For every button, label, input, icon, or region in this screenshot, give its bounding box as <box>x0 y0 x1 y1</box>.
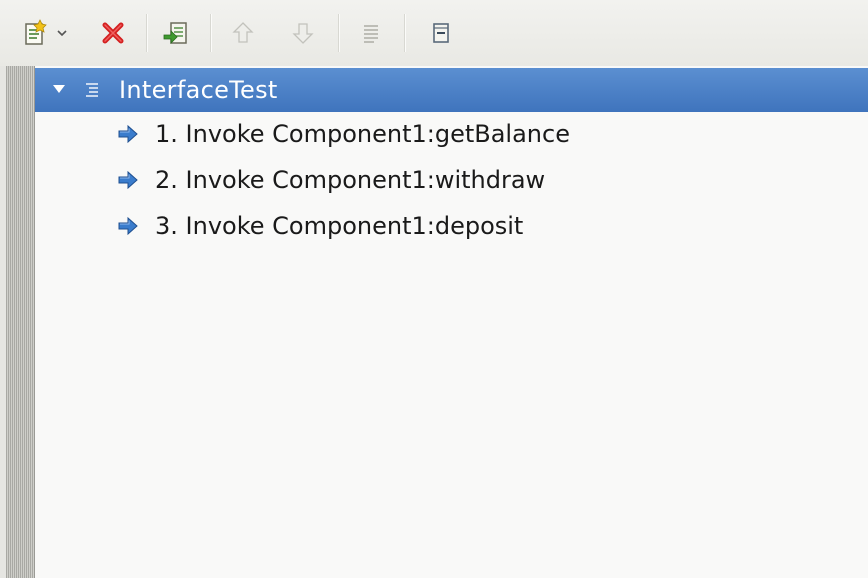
collapse-icon <box>433 23 449 43</box>
step-label: 3. Invoke Component1:deposit <box>155 212 524 240</box>
move-up-button[interactable] <box>226 18 260 48</box>
red-x-icon <box>102 22 124 44</box>
tree-step-item[interactable]: 1. Invoke Component1:getBalance <box>35 112 868 156</box>
toolbar-separator <box>146 14 148 52</box>
invoke-arrow-icon <box>118 170 138 190</box>
move-down-button[interactable] <box>286 18 320 48</box>
import-icon <box>163 22 187 44</box>
toolbar-separator <box>338 14 340 52</box>
toolbar <box>0 0 868 67</box>
test-tree: InterfaceTest 1. Invoke Component1:getBa… <box>35 66 868 578</box>
tree-root-label: InterfaceTest <box>119 76 278 104</box>
tree-step-item[interactable]: 3. Invoke Component1:deposit <box>35 204 868 248</box>
test-editor-panel: InterfaceTest 1. Invoke Component1:getBa… <box>0 0 868 578</box>
properties-button[interactable] <box>354 18 388 48</box>
down-arrow-icon <box>292 23 314 44</box>
delete-button[interactable] <box>96 18 130 48</box>
import-button[interactable] <box>158 18 194 48</box>
step-label: 2. Invoke Component1:withdraw <box>155 166 546 194</box>
toolbar-separator <box>210 14 212 52</box>
expand-triangle-icon[interactable] <box>53 85 65 93</box>
invoke-arrow-icon <box>118 124 138 144</box>
tree-root-interfacetest[interactable]: InterfaceTest <box>35 68 868 112</box>
step-label: 1. Invoke Component1:getBalance <box>155 120 570 148</box>
collapse-all-button[interactable] <box>424 18 458 48</box>
left-gutter <box>6 66 35 578</box>
test-suite-icon <box>86 83 98 97</box>
tree-step-item[interactable]: 2. Invoke Component1:withdraw <box>35 158 868 202</box>
list-icon <box>364 25 378 43</box>
add-step-dropdown-button[interactable] <box>20 18 76 48</box>
toolbar-separator <box>404 14 406 52</box>
invoke-arrow-icon <box>118 216 138 236</box>
up-arrow-icon <box>232 22 254 43</box>
new-step-icon <box>25 19 67 45</box>
